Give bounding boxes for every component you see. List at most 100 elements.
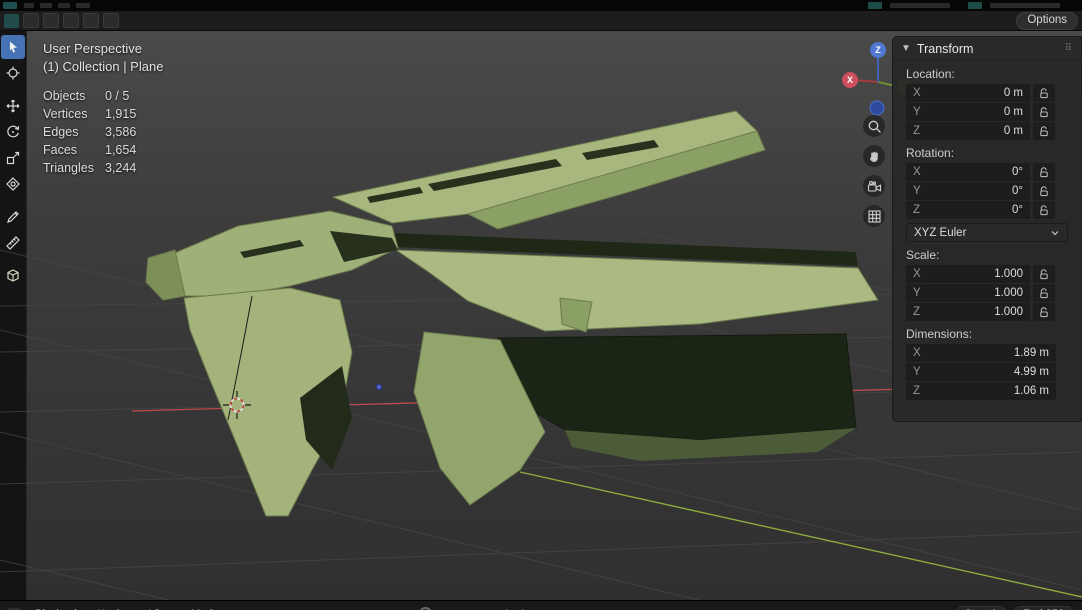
field-value: 1.89 m: [1013, 347, 1049, 359]
location-x-lock-button[interactable]: [1033, 84, 1055, 102]
axis-label: Z: [913, 385, 921, 397]
stat-value: 3,586: [105, 125, 137, 139]
field-value: 1.000: [994, 306, 1023, 318]
rotation-z-field[interactable]: Z 0°: [906, 201, 1030, 219]
zoom-button[interactable]: [863, 115, 885, 137]
dimensions-y-field[interactable]: Y 4.99 m: [906, 363, 1056, 381]
axis-label: X: [913, 166, 921, 178]
unlock-icon: [1040, 167, 1048, 178]
panel-title: Transform: [916, 41, 974, 56]
unlock-icon: [1040, 205, 1048, 216]
stat-label: Objects: [43, 89, 86, 103]
field-value: 0°: [1012, 166, 1023, 178]
stat-value: 1,654: [105, 143, 137, 157]
axis-label: X: [913, 87, 921, 99]
stat-label: Vertices: [43, 107, 88, 121]
hand-icon: [869, 151, 878, 162]
rotation-y-lock-button[interactable]: [1033, 182, 1055, 200]
field-value: 0 m: [1003, 125, 1023, 137]
prev-keyframe-button[interactable]: [470, 606, 488, 610]
gizmo-z-negative-handle[interactable]: [869, 100, 885, 116]
scale-x-field[interactable]: X 1.000: [906, 265, 1030, 283]
axis-label: Z: [913, 204, 921, 216]
view-perspective-label: User Perspective: [43, 41, 142, 56]
jump-to-end-button[interactable]: [566, 606, 584, 610]
keying-menu[interactable]: Keying: [94, 606, 136, 610]
field-value: 0°: [1012, 204, 1023, 216]
scene-statistics: Objects 0 / 5 Vertices 1,915 Edges 3,586 Fa…: [43, 87, 163, 177]
unlock-icon: [1040, 88, 1048, 99]
frame-range-fields: Start 1 End 250: [954, 605, 1074, 610]
panel-grip-icon[interactable]: ⠿: [1065, 43, 1073, 54]
stat-label: Edges: [43, 125, 79, 139]
location-z-field[interactable]: Z 0 m: [906, 122, 1030, 140]
play-reverse-button[interactable]: [494, 606, 512, 610]
orthographic-toggle-button[interactable]: [863, 205, 885, 227]
jump-to-start-button[interactable]: [446, 606, 464, 610]
rotation-z-lock-button[interactable]: [1033, 201, 1055, 219]
camera-icon: [867, 180, 881, 192]
viewport-overlay-text: User Perspective (1) Collection | Plane …: [43, 40, 163, 177]
location-y-lock-button[interactable]: [1033, 103, 1055, 121]
stat-label: Triangles: [43, 161, 94, 175]
location-y-field[interactable]: Y 0 m: [906, 103, 1030, 121]
playback-menu[interactable]: Playback: [31, 606, 84, 610]
unlock-icon: [1040, 269, 1048, 280]
car-model[interactable]: [145, 110, 879, 517]
axis-label: X: [913, 268, 921, 280]
scale-x-lock-button[interactable]: [1033, 265, 1055, 283]
scale-y-lock-button[interactable]: [1033, 284, 1055, 302]
play-button[interactable]: [518, 606, 536, 610]
rotation-mode-dropdown[interactable]: XYZ Euler: [906, 223, 1068, 242]
dimensions-z-field[interactable]: Z 1.06 m: [906, 382, 1056, 400]
scale-y-field[interactable]: Y 1.000: [906, 284, 1030, 302]
rotation-x-field[interactable]: X 0°: [906, 163, 1030, 181]
axis-label: Z: [913, 125, 921, 137]
marker-menu[interactable]: Marker: [187, 606, 229, 610]
collection-context-label: (1) Collection | Plane: [43, 59, 164, 74]
stat-label: Faces: [43, 143, 78, 157]
start-frame-field[interactable]: Start 1: [954, 605, 1008, 610]
location-x-field[interactable]: X 0 m: [906, 84, 1030, 102]
next-keyframe-button[interactable]: [542, 606, 560, 610]
field-value: 1.000: [994, 287, 1023, 299]
stat-value: 1,915: [105, 107, 137, 121]
location-z-lock-button[interactable]: [1033, 122, 1055, 140]
scale-z-lock-button[interactable]: [1033, 303, 1055, 321]
unlock-icon: [1040, 107, 1048, 118]
location-section-label: Location:: [906, 67, 955, 81]
timeline-bar: Playback Keying View Marker Start 1 End …: [0, 600, 1082, 610]
field-value: 4.99 m: [1013, 366, 1049, 378]
grid-icon: [867, 209, 881, 223]
rotation-y-field[interactable]: Y 0°: [906, 182, 1030, 200]
rotation-mode-value: XYZ Euler: [914, 226, 967, 239]
y-axis-line: [519, 471, 1082, 598]
object-origin-dot[interactable]: [375, 383, 383, 391]
scale-z-field[interactable]: Z 1.000: [906, 303, 1030, 321]
field-value: 0 m: [1003, 106, 1023, 118]
pan-button[interactable]: [863, 145, 885, 167]
stat-value: 3,244: [105, 161, 137, 175]
scale-section-label: Scale:: [906, 248, 940, 262]
blender-window: Options User Perspective (1) Collection …: [0, 0, 1082, 610]
axis-label: Y: [913, 106, 921, 118]
end-frame-field[interactable]: End 250: [1013, 605, 1074, 610]
unlock-icon: [1040, 126, 1048, 137]
field-value: 1.06 m: [1013, 385, 1049, 397]
field-value: 1.000: [994, 268, 1023, 280]
transform-panel: ▼ Transform ⠿ Location: X 0 m Y 0 m Z 0 …: [892, 36, 1082, 422]
gizmo-x-label: X: [847, 75, 853, 85]
axis-label: Z: [913, 306, 921, 318]
dimensions-x-field[interactable]: X 1.89 m: [906, 344, 1056, 362]
camera-view-button[interactable]: [863, 175, 885, 197]
transform-panel-header[interactable]: ▼ Transform ⠿: [893, 37, 1081, 61]
axis-label: X: [913, 347, 921, 359]
transport-controls: [419, 606, 584, 610]
rotation-x-lock-button[interactable]: [1033, 163, 1055, 181]
view-menu[interactable]: View: [145, 606, 177, 610]
chevron-down-icon: [1051, 230, 1059, 235]
unlock-icon: [1040, 288, 1048, 299]
gizmo-z-label: Z: [875, 45, 881, 55]
viewport-nav-buttons: [863, 115, 885, 227]
unlock-icon: [1040, 186, 1048, 197]
